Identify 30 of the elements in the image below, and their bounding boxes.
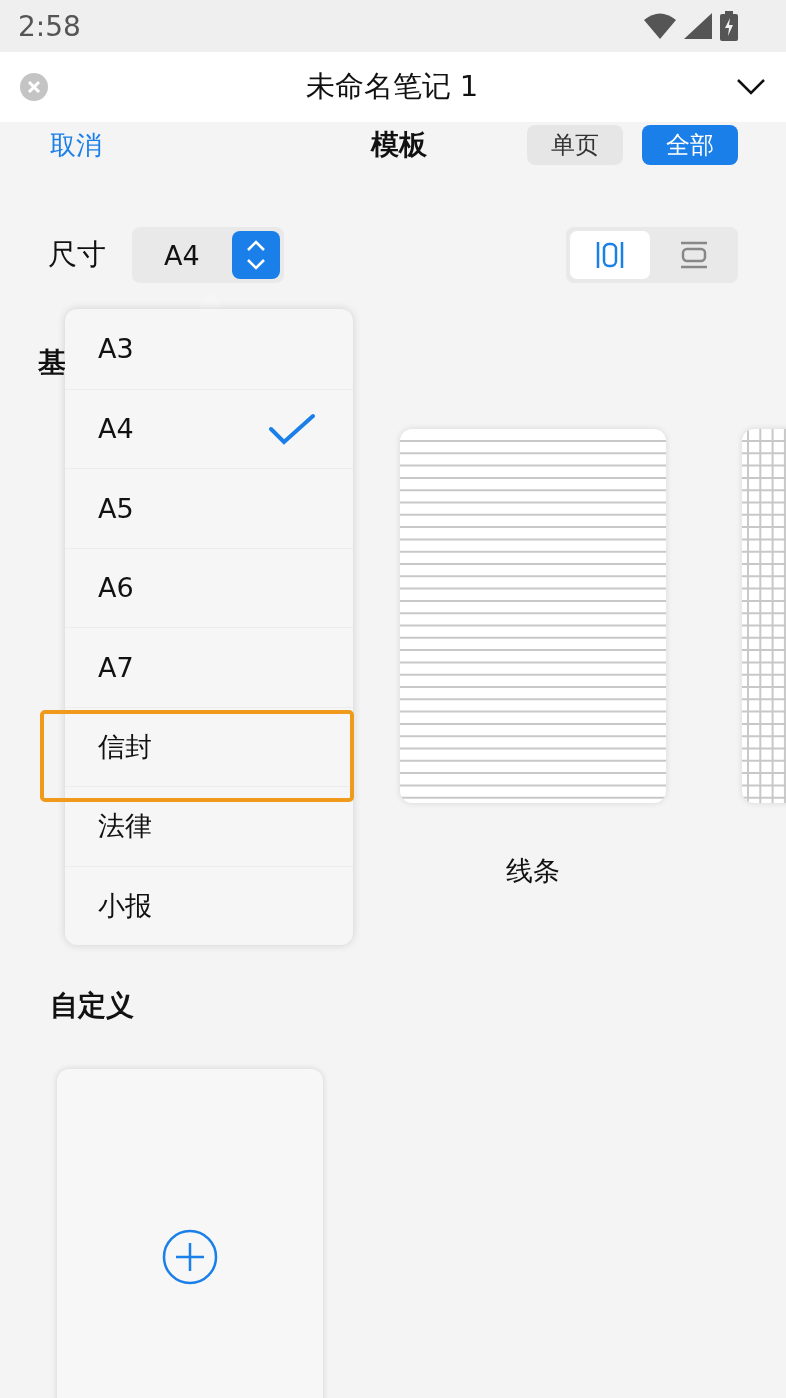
menu-item[interactable]: A4	[65, 388, 353, 468]
section-title: 自定义	[50, 989, 134, 1022]
signal-icon	[684, 13, 712, 39]
battery-icon	[720, 11, 738, 41]
wifi-icon	[644, 13, 676, 39]
menu-item[interactable]: A6	[65, 547, 353, 627]
size-label: 尺寸	[48, 236, 106, 273]
stepper-icon	[232, 231, 280, 279]
note-title: 未命名笔记 1	[305, 68, 479, 105]
chevron-down-icon[interactable]	[736, 78, 766, 96]
size-picker[interactable]: A4	[132, 227, 284, 283]
menu-item[interactable]: 小报	[65, 865, 353, 945]
status-time: 2:58	[18, 9, 81, 43]
cancel-link[interactable]: 取消	[50, 127, 250, 163]
landscape-icon	[679, 240, 709, 270]
portrait-icon	[595, 240, 625, 270]
add-icon	[162, 1229, 218, 1285]
menu-item[interactable]: A3	[65, 309, 353, 389]
segment-tab[interactable]: 全部	[642, 125, 738, 165]
segment-tab[interactable]: 单页	[527, 125, 623, 165]
sheet-title: 模板	[369, 127, 428, 163]
menu-item[interactable]: 法律	[65, 786, 353, 866]
menu-item[interactable]: 信封	[65, 706, 353, 786]
portrait-toggle[interactable]	[570, 231, 650, 279]
lined-template-card[interactable]	[400, 429, 666, 803]
section-title: 基	[38, 346, 66, 379]
menu-item[interactable]: A7	[65, 627, 353, 707]
menu-item[interactable]: A5	[65, 468, 353, 548]
template-label: 线条	[506, 854, 560, 888]
close-icon[interactable]	[20, 73, 48, 101]
